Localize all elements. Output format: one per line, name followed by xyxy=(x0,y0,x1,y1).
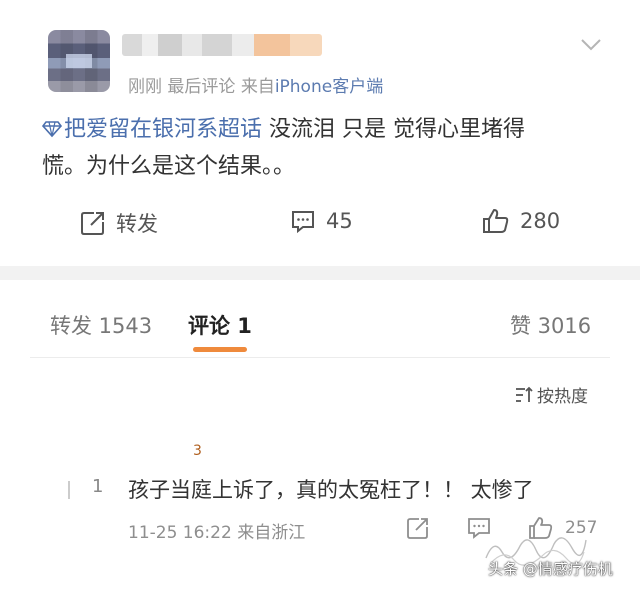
repost-label: 转发 xyxy=(116,212,158,236)
post-source[interactable]: iPhone客户端 xyxy=(275,77,383,97)
sort-label: 按热度 xyxy=(537,387,588,407)
tab-reposts[interactable]: 转发 1543 xyxy=(50,310,152,340)
comment-time: 11-25 16:22 xyxy=(128,523,232,543)
comment-icon xyxy=(292,211,314,234)
post-meta: 刚刚 最后评论 来自iPhone客户端 xyxy=(128,72,383,97)
section-separator xyxy=(0,266,640,280)
comment-marker: 3 xyxy=(193,443,202,459)
tab-comments[interactable]: 评论 1 xyxy=(188,310,252,340)
post-content: 把爱留在银河系超话 没流泪 只是 觉得心里堵得 慌。为什么是这个结果。。 xyxy=(42,111,602,185)
sort-icon xyxy=(516,386,533,402)
post-edit-note: 最后评论 xyxy=(167,77,236,97)
username-blurred[interactable] xyxy=(122,34,322,56)
comment-button[interactable]: 45 xyxy=(290,208,353,234)
comment-meta: 11-25 16:22 来自浙江 xyxy=(128,518,305,543)
comment-location: 来自浙江 xyxy=(237,523,306,543)
post-text-line2: 慌。为什么是这个结果。。 xyxy=(42,154,296,179)
share-icon[interactable] xyxy=(406,516,430,540)
source-prefix: 来自 xyxy=(240,77,275,97)
comment-count: 45 xyxy=(326,209,353,233)
avatar[interactable] xyxy=(48,30,110,92)
like-icon xyxy=(483,209,509,233)
chevron-down-icon[interactable] xyxy=(580,38,602,52)
tab-divider xyxy=(30,357,610,358)
sort-button[interactable]: 按热度 xyxy=(514,382,588,407)
comment-floor: 1 xyxy=(92,476,104,497)
like-button[interactable]: 280 xyxy=(482,208,560,234)
post-time: 刚刚 xyxy=(128,77,162,97)
post-text-line1: 没流泪 只是 觉得心里堵得 xyxy=(262,117,525,142)
super-topic-link[interactable]: 把爱留在银河系超话 xyxy=(42,117,262,142)
super-topic-icon xyxy=(42,121,62,138)
repost-icon xyxy=(81,212,104,235)
repost-button[interactable]: 转发 xyxy=(80,208,158,238)
comment-floor-bar xyxy=(68,481,70,499)
super-topic-label: 把爱留在银河系超话 xyxy=(64,117,263,142)
active-tab-indicator xyxy=(193,347,247,352)
comment-text[interactable]: 孩子当庭上诉了，真的太冤枉了！！ 太惨了 xyxy=(128,474,534,504)
like-count: 280 xyxy=(520,209,561,233)
watermark-text: 头条 @情感疗伤机 xyxy=(488,560,613,578)
tab-likes[interactable]: 赞 3016 xyxy=(510,310,591,340)
